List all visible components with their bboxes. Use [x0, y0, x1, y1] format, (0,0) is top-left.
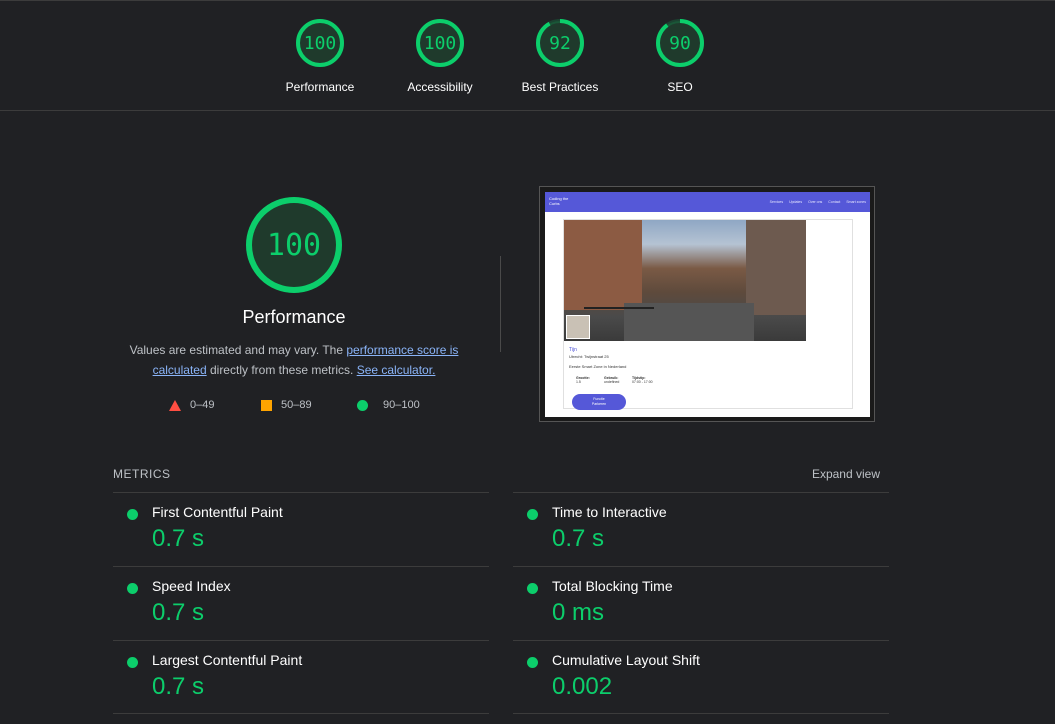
screenshot-table: Grootte: 1.5 Gebruik: undefined Tijdstip: 0… [576, 376, 659, 384]
metric-total-blocking-time[interactable]: Total Blocking Time 0 ms [513, 566, 889, 640]
gauge-ring: 100 [416, 19, 464, 67]
street-bikes [584, 307, 654, 329]
screenshot-table-col: Grootte: 1.5 [576, 376, 603, 384]
gauge-score: 100 [304, 33, 337, 54]
screenshot-function-button: Functie Parkeren [572, 394, 626, 410]
screenshot-title: Tijn [569, 347, 577, 353]
score-description: Values are estimated and may vary. The p… [120, 340, 468, 380]
gauge-label: Performance [285, 80, 355, 94]
description-text: Values are estimated and may vary. The [129, 343, 347, 357]
legend-range: 50–89 [281, 399, 312, 411]
legend-average: 50–89 [261, 399, 312, 411]
screenshot-nav-links: Services Updates Over ons Contact Smart … [765, 200, 866, 204]
metric-first-contentful-paint[interactable]: First Contentful Paint 0.7 s [113, 492, 489, 566]
pass-circle-icon [127, 657, 138, 668]
gauge-ring: 90 [656, 19, 704, 67]
screenshot-address: Utrecht: Twijnstraat 25 [569, 354, 609, 359]
screenshot-nav-link: Updates [789, 200, 803, 204]
vertical-divider [500, 256, 501, 352]
gauge-score: 90 [669, 33, 691, 54]
pass-circle-icon [527, 657, 538, 668]
gauge-accessibility[interactable]: 100 Accessibility [380, 17, 500, 94]
metric-title: Time to Interactive [552, 504, 667, 520]
final-screenshot[interactable]: Coding the Curbs Services Updates Over o… [539, 186, 875, 422]
gauge-ring: 100 [296, 19, 344, 67]
screenshot-table-value: undefined [603, 380, 620, 384]
metric-speed-index[interactable]: Speed Index 0.7 s [113, 566, 489, 640]
screenshot-page: Coding the Curbs Services Updates Over o… [545, 192, 870, 417]
metric-time-to-interactive[interactable]: Time to Interactive 0.7 s [513, 492, 889, 566]
street-building-left [564, 220, 642, 310]
metric-value: 0.7 s [152, 673, 205, 700]
screenshot-navbar: Coding the Curbs Services Updates Over o… [545, 192, 870, 212]
gauge-seo[interactable]: 90 SEO [620, 17, 740, 94]
metric-title: Cumulative Layout Shift [552, 652, 700, 668]
metric-cumulative-layout-shift[interactable]: Cumulative Layout Shift 0.002 [513, 640, 889, 714]
legend-fail: 0–49 [169, 399, 214, 411]
pass-circle-icon [127, 583, 138, 594]
screenshot-table-col: Tijdstip: 07:00 - 17:00 [632, 376, 659, 384]
legend-pass: 90–100 [357, 399, 420, 411]
metric-value: 0.7 s [152, 599, 205, 626]
metrics-divider [513, 713, 889, 714]
gauge-best-practices[interactable]: 92 Best Practices [500, 17, 620, 94]
gauge-score: 100 [424, 33, 457, 54]
screenshot-button-text: Functie [593, 397, 605, 401]
metric-title: First Contentful Paint [152, 504, 283, 520]
legend-range: 0–49 [190, 399, 215, 411]
expand-view-toggle[interactable]: Expand view [760, 467, 880, 481]
street-minimap [566, 315, 590, 339]
gauge-label: Best Practices [521, 80, 599, 94]
gauge-label: SEO [667, 80, 693, 94]
gauge-ring: 100 [246, 197, 342, 293]
performance-score-gauge: 100 [243, 194, 345, 296]
metric-value: 0.002 [552, 673, 613, 700]
red-triangle-icon [169, 399, 181, 411]
metric-value: 0.7 s [152, 525, 205, 552]
description-text: directly from these metrics. [206, 363, 357, 377]
metric-title: Largest Contentful Paint [152, 652, 303, 668]
pass-circle-icon [127, 509, 138, 520]
screenshot-zone: Eerste Smart Zone in Nederland [569, 364, 627, 369]
metric-value: 0 ms [552, 599, 605, 626]
screenshot-nav-link: Over ons [808, 200, 823, 204]
street-view-image [564, 220, 806, 341]
street-building-right [746, 220, 806, 315]
screenshot-nav-link: Contact [828, 200, 841, 204]
gauge-score: 92 [549, 33, 571, 54]
category-summary-bar: 100 Performance 100 Accessibility 92 Bes… [0, 0, 1055, 111]
pass-circle-icon [527, 509, 538, 520]
metrics-heading: METRICS [113, 467, 171, 481]
screenshot-table-col: Gebruik: undefined [604, 376, 631, 384]
see-calculator-link[interactable]: See calculator. [357, 363, 436, 377]
screenshot-nav-link: Smart zones [846, 200, 866, 204]
metric-largest-contentful-paint[interactable]: Largest Contentful Paint 0.7 s [113, 640, 489, 714]
gauge-performance[interactable]: 100 Performance [260, 17, 380, 94]
performance-title: Performance [242, 307, 346, 327]
metric-title: Speed Index [152, 578, 231, 594]
legend-range: 90–100 [383, 399, 420, 411]
metric-title: Total Blocking Time [552, 578, 673, 594]
metric-value: 0.7 s [552, 525, 605, 552]
orange-square-icon [261, 399, 272, 411]
metrics-divider [113, 713, 489, 714]
screenshot-brand: Coding the Curbs [549, 196, 569, 206]
gauge-ring: 92 [536, 19, 584, 67]
green-circle-icon [357, 399, 368, 411]
screenshot-button-text: Parkeren [591, 402, 607, 406]
screenshot-nav-link: Services [769, 200, 784, 204]
screenshot-table-value: 1.5 [576, 380, 581, 384]
performance-score: 100 [267, 228, 321, 263]
gauge-label: Accessibility [407, 80, 473, 94]
pass-circle-icon [527, 583, 538, 594]
screenshot-table-value: 07:00 - 17:00 [631, 380, 653, 384]
